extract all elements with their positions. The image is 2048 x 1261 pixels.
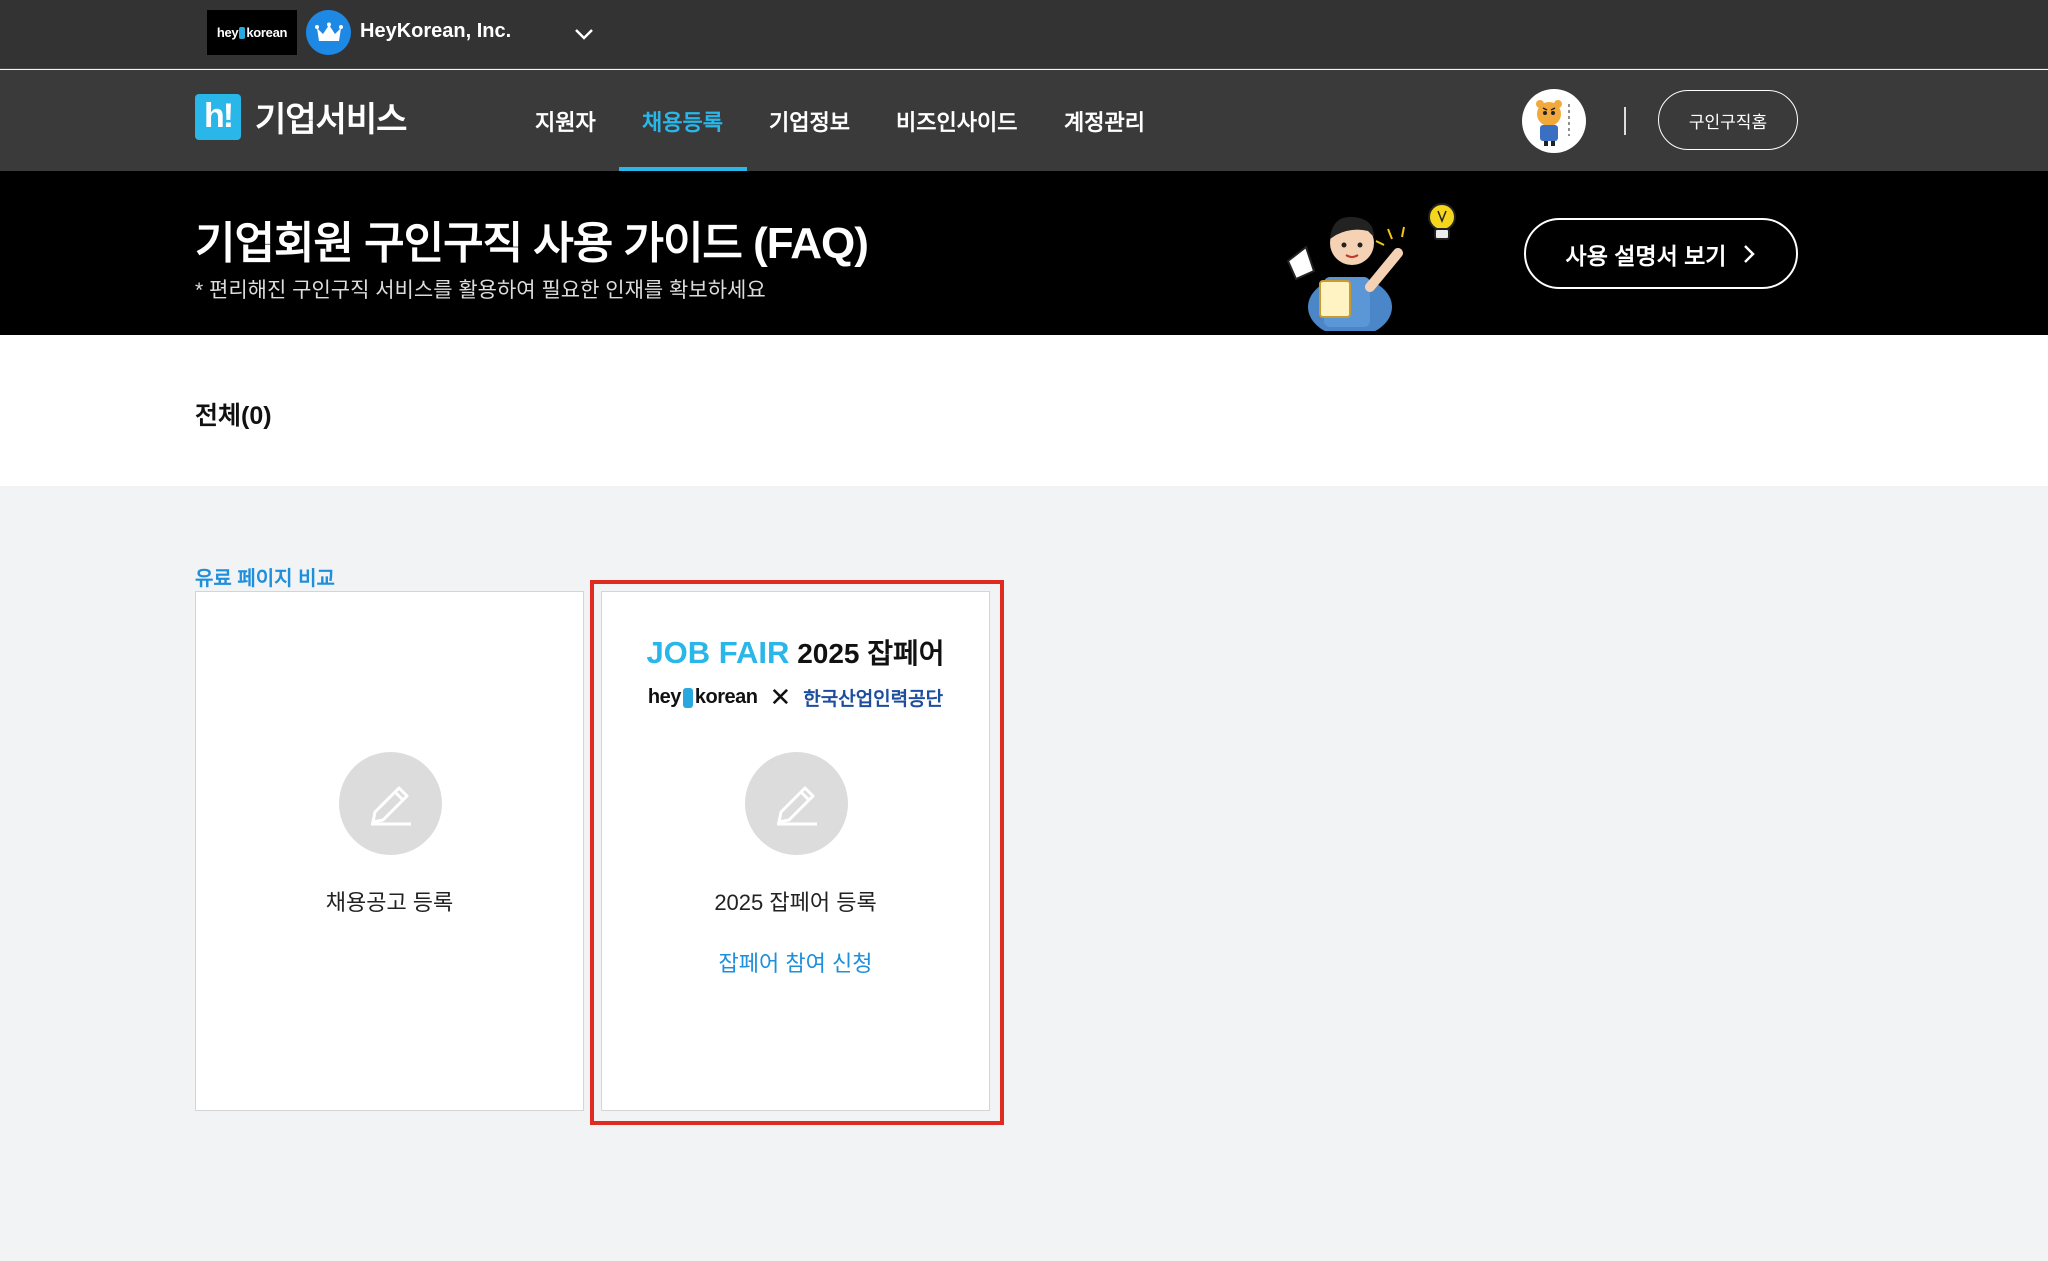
heykorean-logo: hey korean xyxy=(207,10,297,55)
job-home-button[interactable]: 구인구직홈 xyxy=(1658,90,1798,150)
job-posting-register-card[interactable]: 채용공고 등록 xyxy=(195,591,584,1111)
nav-item-biz-inside[interactable]: 비즈인사이드 xyxy=(896,70,1017,171)
crown-icon xyxy=(306,10,351,55)
chevron-down-icon[interactable] xyxy=(572,22,596,46)
nav-item-applicants[interactable]: 지원자 xyxy=(535,70,596,171)
company-bar: hey korean HeyKorean, Inc. xyxy=(0,0,2048,69)
filter-all-tab[interactable]: 전체(0) xyxy=(195,396,272,432)
nav-divider xyxy=(1624,107,1626,135)
job-posting-register-label: 채용공고 등록 xyxy=(325,890,454,915)
nav-item-job-posting[interactable]: 채용등록 xyxy=(642,70,723,171)
logo-text-hey: hey xyxy=(216,25,239,40)
banner-subtitle: * 편리해진 구인구직 서비스를 활용하여 필요한 인재를 확보하세요 xyxy=(195,279,766,302)
company-name[interactable]: HeyKorean, Inc. xyxy=(360,20,511,43)
view-manual-button[interactable]: 사용 설명서 보기 xyxy=(1524,218,1798,289)
chevron-right-icon xyxy=(1744,244,1756,263)
highlight-box xyxy=(590,580,1004,1125)
brand-name: 기업서비스 xyxy=(255,101,407,139)
nav-item-company-info[interactable]: 기업정보 xyxy=(769,70,850,171)
guide-banner: 기업회원 구인구직 사용 가이드 (FAQ) * 편리해진 구인구직 서비스를 … xyxy=(0,171,2048,335)
brand-logo[interactable]: h! 기업서비스 xyxy=(195,92,407,141)
tiger-mascot-icon xyxy=(1536,100,1570,146)
avatar[interactable] xyxy=(1522,89,1586,153)
crown-icon-svg xyxy=(314,22,343,41)
logo-dot xyxy=(239,26,246,39)
logo-text-korean: korean xyxy=(246,25,288,40)
brand-mark: h! xyxy=(195,93,241,140)
guide-character-illustration xyxy=(1286,203,1456,331)
compare-paid-pages-link[interactable]: 유료 페이지 비교 xyxy=(195,562,335,591)
pencil-icon xyxy=(339,752,442,855)
main-nav: h! 기업서비스 지원자 채용등록 기업정보 비즈인사이드 계정관리 구인구직홈 xyxy=(0,70,2048,171)
view-manual-label: 사용 설명서 보기 xyxy=(1565,242,1727,269)
nav-item-account[interactable]: 계정관리 xyxy=(1064,70,1145,171)
banner-title: 기업회원 구인구직 사용 가이드 (FAQ) xyxy=(195,219,869,268)
filter-area: 전체(0) xyxy=(0,335,2048,486)
